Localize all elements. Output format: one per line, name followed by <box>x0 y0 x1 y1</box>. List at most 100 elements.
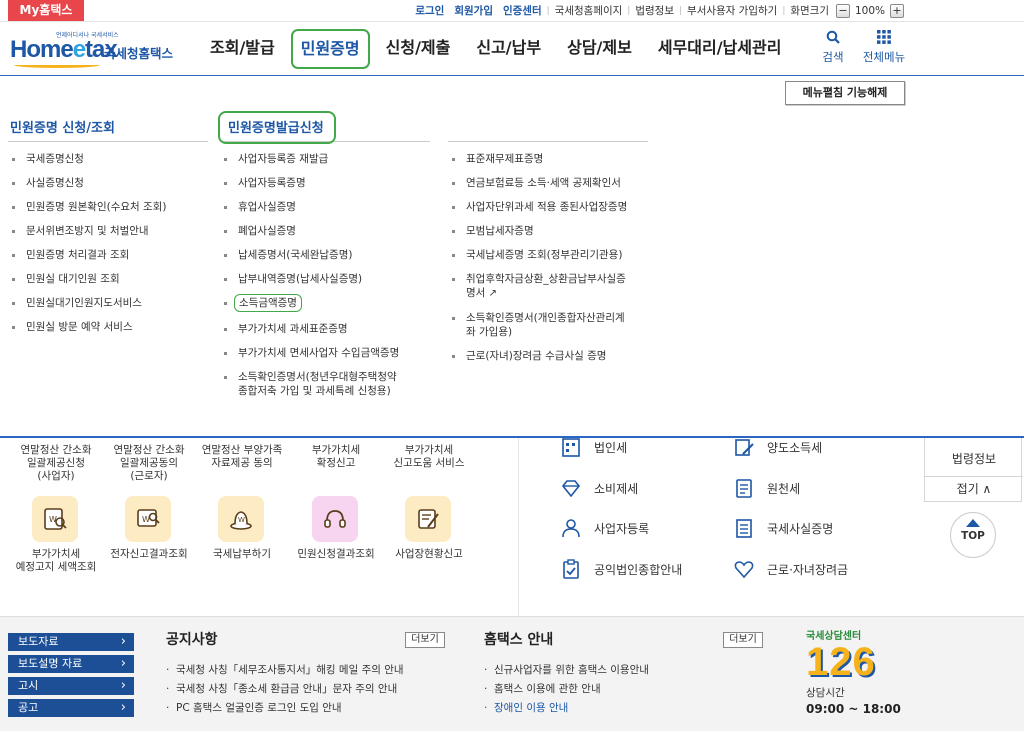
guide-item[interactable]: 장애인 이용 안내 <box>484 702 649 715</box>
menu-item[interactable]: 문서위변조방지 및 처벌안내 <box>8 224 208 238</box>
guide-item[interactable]: 홈택스 이용에 관한 안내 <box>484 683 649 696</box>
menu-item-label: 민원증명 처리결과 조회 <box>26 249 130 261</box>
quick-yearend-consent[interactable]: 연말정산 간소화 일괄제공동의 (근로자) <box>99 444 199 483</box>
menu-item[interactable]: 표준재무제표증명 <box>448 152 648 166</box>
quick-vat-prenotice[interactable]: 부가가치세 예정고지 세액조회 <box>6 548 106 574</box>
press-release-link[interactable]: 보도자료 <box>8 633 134 651</box>
menu-item[interactable]: 근로(자녀)장려금 수급사실 증명 <box>448 349 648 363</box>
notice-more-button[interactable]: 더보기 <box>405 632 445 648</box>
quick-vat-help[interactable]: 부가가치세 신고도움 서비스 <box>379 444 479 470</box>
menu-item-label: 종합저축 가입 및 과세특례 신청용) <box>238 385 391 397</box>
quick-e-filing-result[interactable]: 전자신고결과조회 <box>99 548 199 561</box>
menu-item[interactable]: 폐업사실증명 <box>220 224 430 238</box>
svc-label: 소비제세 <box>594 481 639 496</box>
gnb-report-pay[interactable]: 신고/납부 <box>466 32 551 66</box>
nts-homepage-link[interactable]: 국세청홈페이지 <box>550 3 628 18</box>
announcement-link[interactable]: 공고 <box>8 699 134 717</box>
vat-prenotice-icon[interactable]: W <box>32 496 78 542</box>
menu-item[interactable]: 민원실 방문 예약 서비스 <box>8 320 208 334</box>
zoom-in-button[interactable]: + <box>890 3 905 18</box>
quick-tax-payment[interactable]: 국세납부하기 <box>192 548 292 561</box>
svc-capital-gains-tax[interactable]: 양도소득세 <box>733 436 822 458</box>
login-link[interactable]: 로그인 <box>410 3 449 18</box>
quick-dependents-consent[interactable]: 연말정산 부양가족 자료제공 동의 <box>192 444 292 470</box>
law-info-side-link[interactable]: 법령정보 <box>925 450 1023 467</box>
menu-item[interactable]: 사실증명신청 <box>8 176 208 190</box>
guide-more-button[interactable]: 더보기 <box>723 632 763 648</box>
menu-item[interactable]: 납세증명서(국세완납증명) <box>220 248 430 262</box>
gnb-consult-report[interactable]: 상담/제보 <box>557 32 642 66</box>
svc-public-corp-guide[interactable]: 공익법인종합안내 <box>560 558 682 580</box>
quick-vat-final[interactable]: 부가가치세 확정신고 <box>286 444 386 470</box>
quick-label-line: 예정고지 세액조회 <box>15 561 97 573</box>
menu-item-label: 연금보험료등 소득·세액 공제확인서 <box>466 177 621 189</box>
signup-link[interactable]: 회원가입 <box>449 3 498 18</box>
headset-icon[interactable] <box>312 496 358 542</box>
menu-item[interactable]: 연금보험료등 소득·세액 공제확인서 <box>448 176 648 190</box>
menu-item[interactable]: 소득확인증명서(청년우대형주택청약 종합저축 가입 및 과세특례 신청용) <box>220 370 430 398</box>
column-heading-label: 민원증명발급신청 <box>218 111 336 144</box>
my-hometax-tab[interactable]: My홈택스 <box>8 0 84 21</box>
menu-item[interactable]: 취업후학자금상환_상환금납부사실증 명서 ↗ <box>448 272 648 301</box>
menu-item[interactable]: 사업자단위과세 적용 종된사업장증명 <box>448 200 648 214</box>
gnb-tax-agent[interactable]: 세무대리/납세관리 <box>648 32 792 66</box>
notice-title: 공지사항 <box>166 632 218 648</box>
search-button[interactable]: 검색 <box>815 30 851 65</box>
header: 언제어디서나 국세서비스 Homeetax 국세청홈택스 조회/발급 민원증명 … <box>0 22 1024 76</box>
quick-civil-result[interactable]: 민원신청결과조회 <box>286 548 386 561</box>
menu-item[interactable]: 휴업사실증명 <box>220 200 430 214</box>
svc-business-registration[interactable]: 사업자등록 <box>560 517 649 539</box>
notification-link[interactable]: 고시 <box>8 677 134 695</box>
receipt-icon <box>736 479 752 498</box>
menu-item[interactable]: 부가가치세 면세사업자 수입금액증명 <box>220 346 430 360</box>
svc-label: 원천세 <box>767 481 801 496</box>
e-filing-result-icon[interactable]: W <box>125 496 171 542</box>
business-status-report-icon[interactable] <box>405 496 451 542</box>
logo-home-text: Home <box>10 36 74 63</box>
scroll-top-button[interactable]: TOP <box>950 512 996 558</box>
notice-item[interactable]: PC 홈택스 얼굴인증 로그인 도입 안내 <box>166 702 404 715</box>
notice-item[interactable]: 국세청 사칭「종소세 환급금 안내」문자 주의 안내 <box>166 683 404 696</box>
menu-item[interactable]: 모범납세자증명 <box>448 224 648 238</box>
menu-item[interactable]: 민원증명 처리결과 조회 <box>8 248 208 262</box>
svc-consumption-tax[interactable]: 소비제세 <box>560 477 638 499</box>
zoom-out-button[interactable]: − <box>836 3 850 18</box>
guide-item[interactable]: 신규사업자를 위한 홈택스 이용안내 <box>484 664 649 677</box>
menu-item[interactable]: 소득확인증명서(개인종합자산관리계 좌 가입용) <box>448 311 648 339</box>
law-info-link[interactable]: 법령정보 <box>630 3 679 18</box>
quick-business-status[interactable]: 사업장현황신고 <box>379 548 479 561</box>
svc-tax-fact-certificate[interactable]: 국세사실증명 <box>733 517 833 539</box>
svc-earned-income-credit[interactable]: 근로·자녀장려금 <box>733 558 848 580</box>
gnb-apply-submit[interactable]: 신청/제출 <box>376 32 461 66</box>
all-menu-button[interactable]: 전체메뉴 <box>858 30 910 65</box>
tax-payment-icon[interactable]: W <box>218 496 264 542</box>
press-explanation-link[interactable]: 보도설명 자료 <box>8 655 134 673</box>
gnb-inquiry-issue[interactable]: 조회/발급 <box>200 32 285 66</box>
menu-item[interactable]: 부가가치세 과세표준증명 <box>220 322 430 336</box>
main-content: 연말정산 간소화 일괄제공신청 (사업자) 연말정산 간소화 일괄제공동의 (근로자) … <box>0 438 1024 616</box>
menu-item[interactable]: 국세증명신청 <box>8 152 208 166</box>
menu-item[interactable]: 국세납세증명 조회(정부관리기관용) <box>448 248 648 262</box>
gnb-civil-certificate[interactable]: 민원증명 <box>290 29 370 69</box>
menu-expand-off-button[interactable]: 메뉴펼침 기능해제 <box>785 81 905 105</box>
zoom-control: − 100% + <box>836 3 905 18</box>
person-icon <box>562 519 580 538</box>
cert-center-link[interactable]: 인증센터 <box>498 3 547 18</box>
menu-item[interactable]: 민원실대기인원지도서비스 <box>8 296 208 310</box>
menu-item[interactable]: 사업자등록증 재발급 <box>220 152 430 166</box>
fold-button[interactable]: 접기 ∧ <box>925 476 1023 502</box>
menu-item-income-amount-certificate[interactable]: 소득금액증명 <box>220 294 430 312</box>
notice-item[interactable]: 국세청 사칭「세무조사통지서」해킹 메일 주의 안내 <box>166 664 404 677</box>
svc-withholding-tax[interactable]: 원천세 <box>733 477 800 499</box>
dept-user-signup-link[interactable]: 부서사용자 가입하기 <box>682 3 782 18</box>
menu-item-label: 표준재무제표증명 <box>466 153 544 165</box>
menu-item[interactable]: 납부내역증명(납세사실증명) <box>220 272 430 286</box>
menu-item[interactable]: 민원증명 원본확인(수요처 조회) <box>8 200 208 214</box>
svc-corporate-tax[interactable]: 법인세 <box>560 436 627 458</box>
hometax-logo[interactable]: 언제어디서나 국세서비스 Homeetax 국세청홈택스 <box>8 28 188 70</box>
grid-menu-icon <box>858 30 910 46</box>
quick-label-line: 부가가치세 <box>311 444 361 456</box>
menu-item[interactable]: 민원실 대기인원 조회 <box>8 272 208 286</box>
quick-yearend-apply[interactable]: 연말정산 간소화 일괄제공신청 (사업자) <box>6 444 106 483</box>
menu-item[interactable]: 사업자등록증명 <box>220 176 430 190</box>
